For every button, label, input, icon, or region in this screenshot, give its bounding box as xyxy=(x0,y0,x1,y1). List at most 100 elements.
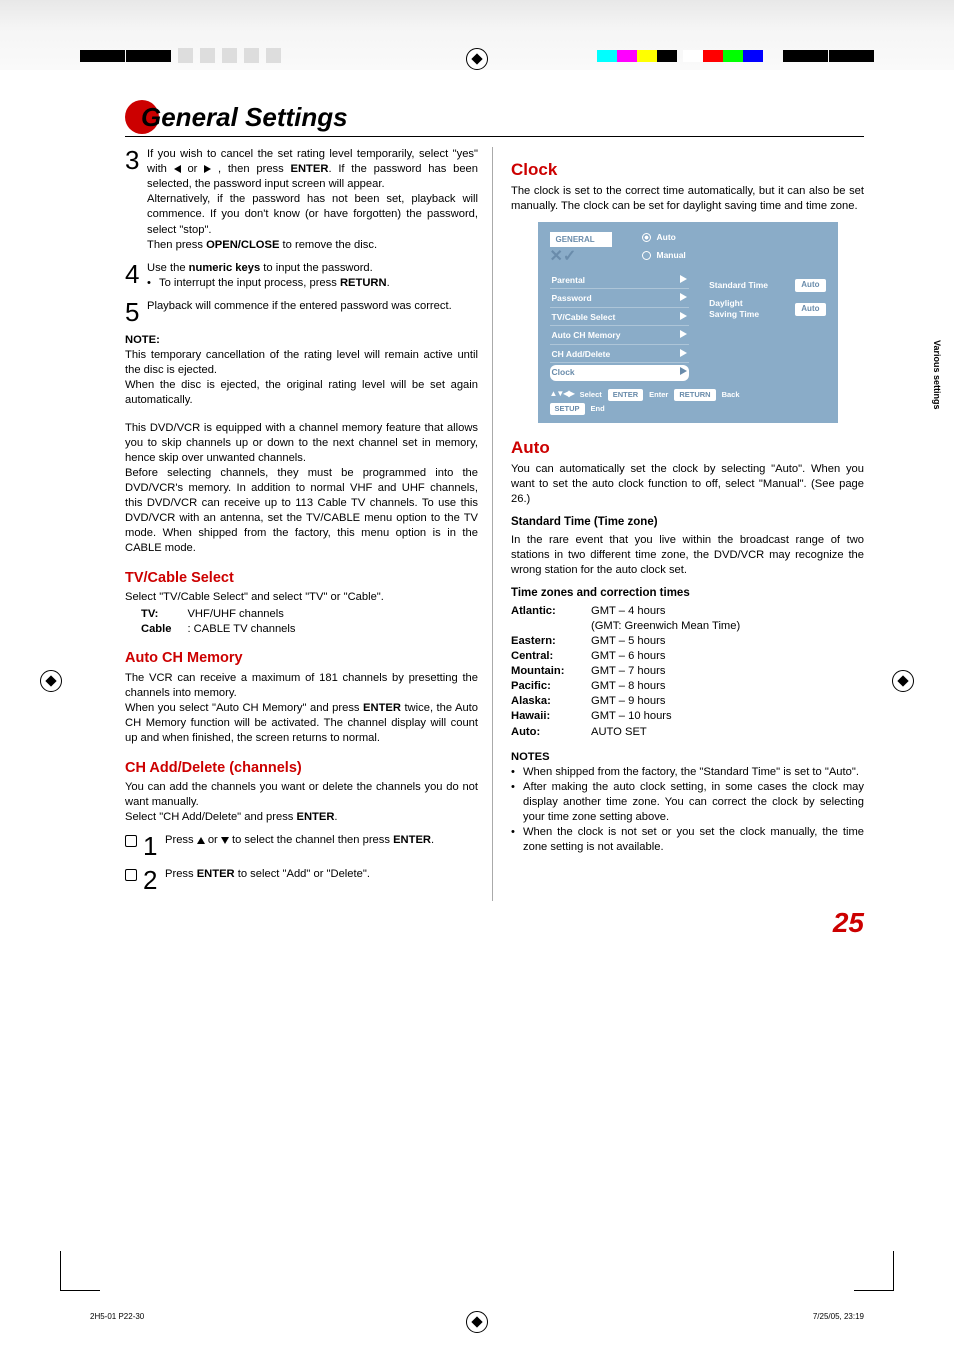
up-arrow-icon xyxy=(197,837,205,844)
text: . xyxy=(431,834,434,846)
key-label: numeric keys xyxy=(189,262,261,274)
right-arrow-icon xyxy=(680,367,687,375)
text: Before selecting channels, they must be … xyxy=(125,466,478,557)
tz-name: Eastern xyxy=(511,635,552,647)
right-arrow-icon xyxy=(680,293,687,301)
tz-name: Alaska xyxy=(511,695,547,707)
tz-value: GMT – 6 hours xyxy=(591,649,740,664)
tz-value: GMT – 9 hours xyxy=(591,694,740,709)
text: This DVD/VCR is equipped with a channel … xyxy=(125,421,478,466)
key-label: ENTER xyxy=(393,834,431,846)
tz-note: (GMT: Greenwich Mean Time) xyxy=(591,620,740,632)
tz-name: Pacific xyxy=(511,680,547,692)
osd-option: Auto xyxy=(657,232,676,243)
tz-name: Mountain xyxy=(511,665,561,677)
print-color-bar xyxy=(0,0,954,70)
osd-screenshot: GENERAL ✕✓ Auto Manual Parental Password… xyxy=(538,222,838,423)
color-swatches-right xyxy=(597,50,874,62)
subheading-chadd: CH Add/Delete (channels) xyxy=(125,759,478,779)
key-label: ENTER xyxy=(197,868,235,880)
value: : CABLE TV channels xyxy=(187,622,295,637)
tz-value: GMT – 8 hours xyxy=(591,679,740,694)
note-item: When shipped from the factory, the "Stan… xyxy=(523,765,859,780)
page-number: 25 xyxy=(125,907,864,939)
step-5: 5 Playback will commence if the entered … xyxy=(125,299,478,325)
footer-file: 2H5-01 P22-30 xyxy=(90,1312,144,1321)
subheading-standard-time: Standard Time (Time zone) xyxy=(511,515,864,531)
left-column: 3 If you wish to cancel the set rating l… xyxy=(125,147,493,901)
nav-arrows-icon: ▲▼◀▶ xyxy=(550,389,574,400)
text: When you select "Auto CH Memory" and pre… xyxy=(125,702,363,714)
text: This temporary cancellation of the ratin… xyxy=(125,348,478,378)
key-label: ENTER xyxy=(363,702,401,714)
radio-icon xyxy=(642,251,651,260)
osd-menu-item: TV/Cable Select xyxy=(552,312,616,323)
tz-value: GMT – 10 hours xyxy=(591,709,740,724)
key-label: ENTER xyxy=(291,163,329,175)
tz-name: Auto xyxy=(511,726,536,738)
text: The VCR can receive a maximum of 181 cha… xyxy=(125,671,478,701)
text: Press xyxy=(165,868,197,880)
osd-hint: Back xyxy=(722,390,740,400)
right-arrow-icon xyxy=(680,275,687,283)
tz-value: GMT – 7 hours xyxy=(591,664,740,679)
subheading-auto: Auto xyxy=(511,437,864,460)
key-label: OPEN/CLOSE xyxy=(206,239,279,251)
text: . xyxy=(334,811,337,823)
subheading-autoch: Auto CH Memory xyxy=(125,649,478,669)
text: to select the channel then press xyxy=(229,834,393,846)
text: Alternatively, if the password has not b… xyxy=(147,192,478,237)
text: , then press xyxy=(211,163,290,175)
text: . xyxy=(387,277,390,289)
text: You can add the channels you want or del… xyxy=(125,780,478,810)
text: or xyxy=(205,834,221,846)
osd-hint: End xyxy=(591,404,605,414)
osd-menu-item: Password xyxy=(552,293,592,304)
right-arrow-icon xyxy=(680,312,687,320)
subheading-timezones: Time zones and correction times xyxy=(511,586,864,602)
osd-button: ENTER xyxy=(608,389,643,401)
osd-button: SETUP xyxy=(550,403,585,415)
label: Cable xyxy=(141,622,187,637)
osd-tab-general: GENERAL xyxy=(550,232,612,247)
text: or xyxy=(181,163,205,175)
chadd-step-1: 1 Press or to select the channel then pr… xyxy=(125,833,478,859)
text: Select "CH Add/Delete" and press xyxy=(125,811,297,823)
value: VHF/UHF channels xyxy=(187,607,295,622)
page-title: General Settings xyxy=(141,102,348,133)
osd-option: Manual xyxy=(657,250,686,261)
key-label: ENTER xyxy=(297,811,335,823)
registration-mark-bottom xyxy=(466,1311,488,1333)
left-arrow-icon xyxy=(174,165,181,173)
osd-menu-item: Auto CH Memory xyxy=(552,330,621,341)
timezone-table: Atlantic:GMT – 4 hours(GMT: Greenwich Me… xyxy=(511,604,740,740)
text: To interrupt the input process, press xyxy=(159,277,340,289)
text: Then press xyxy=(147,239,206,251)
osd-hint: Select xyxy=(580,390,602,400)
notes-heading: NOTES xyxy=(511,750,864,765)
tz-value: GMT – 5 hours xyxy=(591,634,740,649)
osd-hint: Enter xyxy=(649,390,668,400)
text: You can automatically set the clock by s… xyxy=(511,462,864,507)
chadd-step-2: 2 Press ENTER to select "Add" or "Delete… xyxy=(125,867,478,893)
osd-menu-item: Parental xyxy=(552,275,586,286)
label: TV: xyxy=(141,607,187,622)
tz-value: AUTO SET xyxy=(591,725,740,740)
text: Use the xyxy=(147,262,189,274)
osd-label: Standard Time xyxy=(709,280,768,291)
note-item: After making the auto clock setting, in … xyxy=(523,780,864,825)
text: When the disc is ejected, the original r… xyxy=(125,378,478,408)
tz-name: Hawaii xyxy=(511,710,546,722)
osd-value: Auto xyxy=(795,303,825,316)
text: Press xyxy=(165,834,197,846)
registration-blocks-left xyxy=(80,50,281,63)
text: The clock is set to the correct time aut… xyxy=(511,184,864,214)
subheading-tvcable: TV/Cable Select xyxy=(125,569,478,589)
remote-button-icon xyxy=(125,835,137,847)
note-heading: NOTE: xyxy=(125,333,478,348)
right-column: Clock The clock is set to the correct ti… xyxy=(511,147,864,901)
right-arrow-icon xyxy=(680,330,687,338)
page-title-row: General Settings xyxy=(125,100,864,137)
right-arrow-icon xyxy=(680,349,687,357)
step-number: 2 xyxy=(143,867,165,893)
